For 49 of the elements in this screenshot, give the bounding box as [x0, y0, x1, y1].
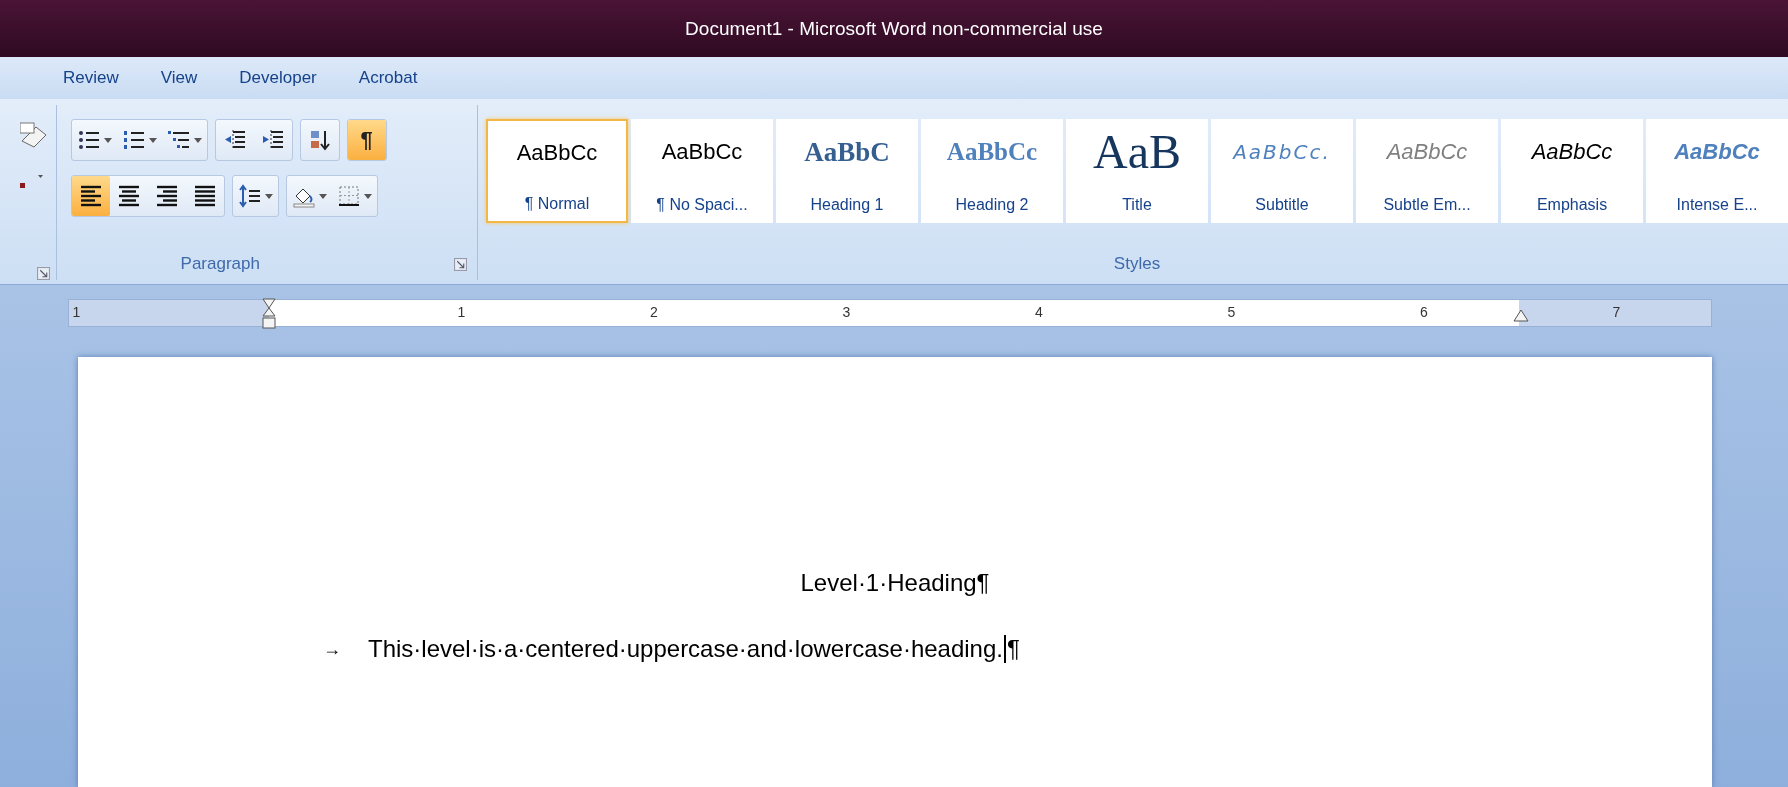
ribbon-tab[interactable]: Review: [45, 62, 137, 94]
caret-icon[interactable]: [103, 137, 112, 143]
style-tile[interactable]: AaBbCc Intense E...: [1646, 119, 1788, 223]
ruler-number: 3: [842, 304, 851, 320]
indent-marker[interactable]: [261, 298, 277, 332]
caret-icon[interactable]: [264, 193, 273, 199]
ruler-number: 5: [1227, 304, 1236, 320]
dialog-launcher-icon[interactable]: [454, 257, 467, 271]
justify-icon: [192, 184, 217, 208]
ruler-number: 4: [1035, 304, 1043, 320]
numbered-list-icon: [121, 128, 146, 152]
text-cursor: [1003, 635, 1006, 663]
style-tile[interactable]: AaBbCc Subtle Em...: [1356, 119, 1498, 223]
style-tile[interactable]: AaBbCc Heading 2: [921, 119, 1063, 223]
caret-icon[interactable]: [363, 193, 372, 199]
ribbon-tab[interactable]: Acrobat: [340, 62, 436, 94]
paragraph-text: This·level·is·a·centered·uppercase·and·lowercase·heading.: [368, 635, 1003, 663]
paragraph-mark: ¶: [1006, 635, 1020, 663]
bullet-list-icon: [76, 128, 101, 152]
ribbon-tab[interactable]: Developer: [221, 62, 335, 94]
style-tile[interactable]: AaBbCc ¶ No Spaci...: [631, 119, 773, 223]
dialog-launcher-icon[interactable]: [36, 267, 50, 280]
style-tile[interactable]: AaBbCc ¶ Normal: [486, 119, 628, 223]
ruler-number: 6: [1420, 304, 1428, 320]
heading-text: Level·1·Heading¶: [800, 569, 990, 597]
ruler-number: 1: [457, 304, 466, 320]
ruler-number: 1: [72, 304, 81, 320]
caret-icon[interactable]: [148, 137, 157, 143]
align-center-icon: [116, 184, 141, 208]
style-tile[interactable]: AaBbCc. Subtitle: [1211, 119, 1353, 223]
style-tile[interactable]: AaB Title: [1066, 119, 1208, 223]
ruler-number: 2: [650, 304, 658, 320]
ruler-number: 7: [1612, 304, 1621, 320]
style-tile[interactable]: AaBbC Heading 1: [776, 119, 918, 223]
caret-icon[interactable]: [318, 193, 327, 199]
align-left-icon: [78, 184, 103, 208]
show-marks-button[interactable]: ¶: [347, 120, 386, 160]
align-right-icon: [154, 184, 179, 208]
line-spacing-icon: [237, 184, 262, 208]
window-title: Document1 - Microsoft Word non-commercial use: [685, 17, 1103, 40]
group-label: Styles: [1113, 254, 1161, 274]
tab-mark: →: [323, 638, 342, 660]
caret-icon[interactable]: [193, 137, 202, 143]
group-label: Paragraph: [180, 254, 260, 274]
style-tile[interactable]: AaBbCc Emphasis: [1501, 119, 1643, 223]
borders-icon: [336, 184, 361, 208]
right-indent-marker[interactable]: [1513, 309, 1529, 323]
ribbon-tab[interactable]: View: [142, 62, 216, 94]
align-left-button[interactable]: [71, 176, 110, 216]
